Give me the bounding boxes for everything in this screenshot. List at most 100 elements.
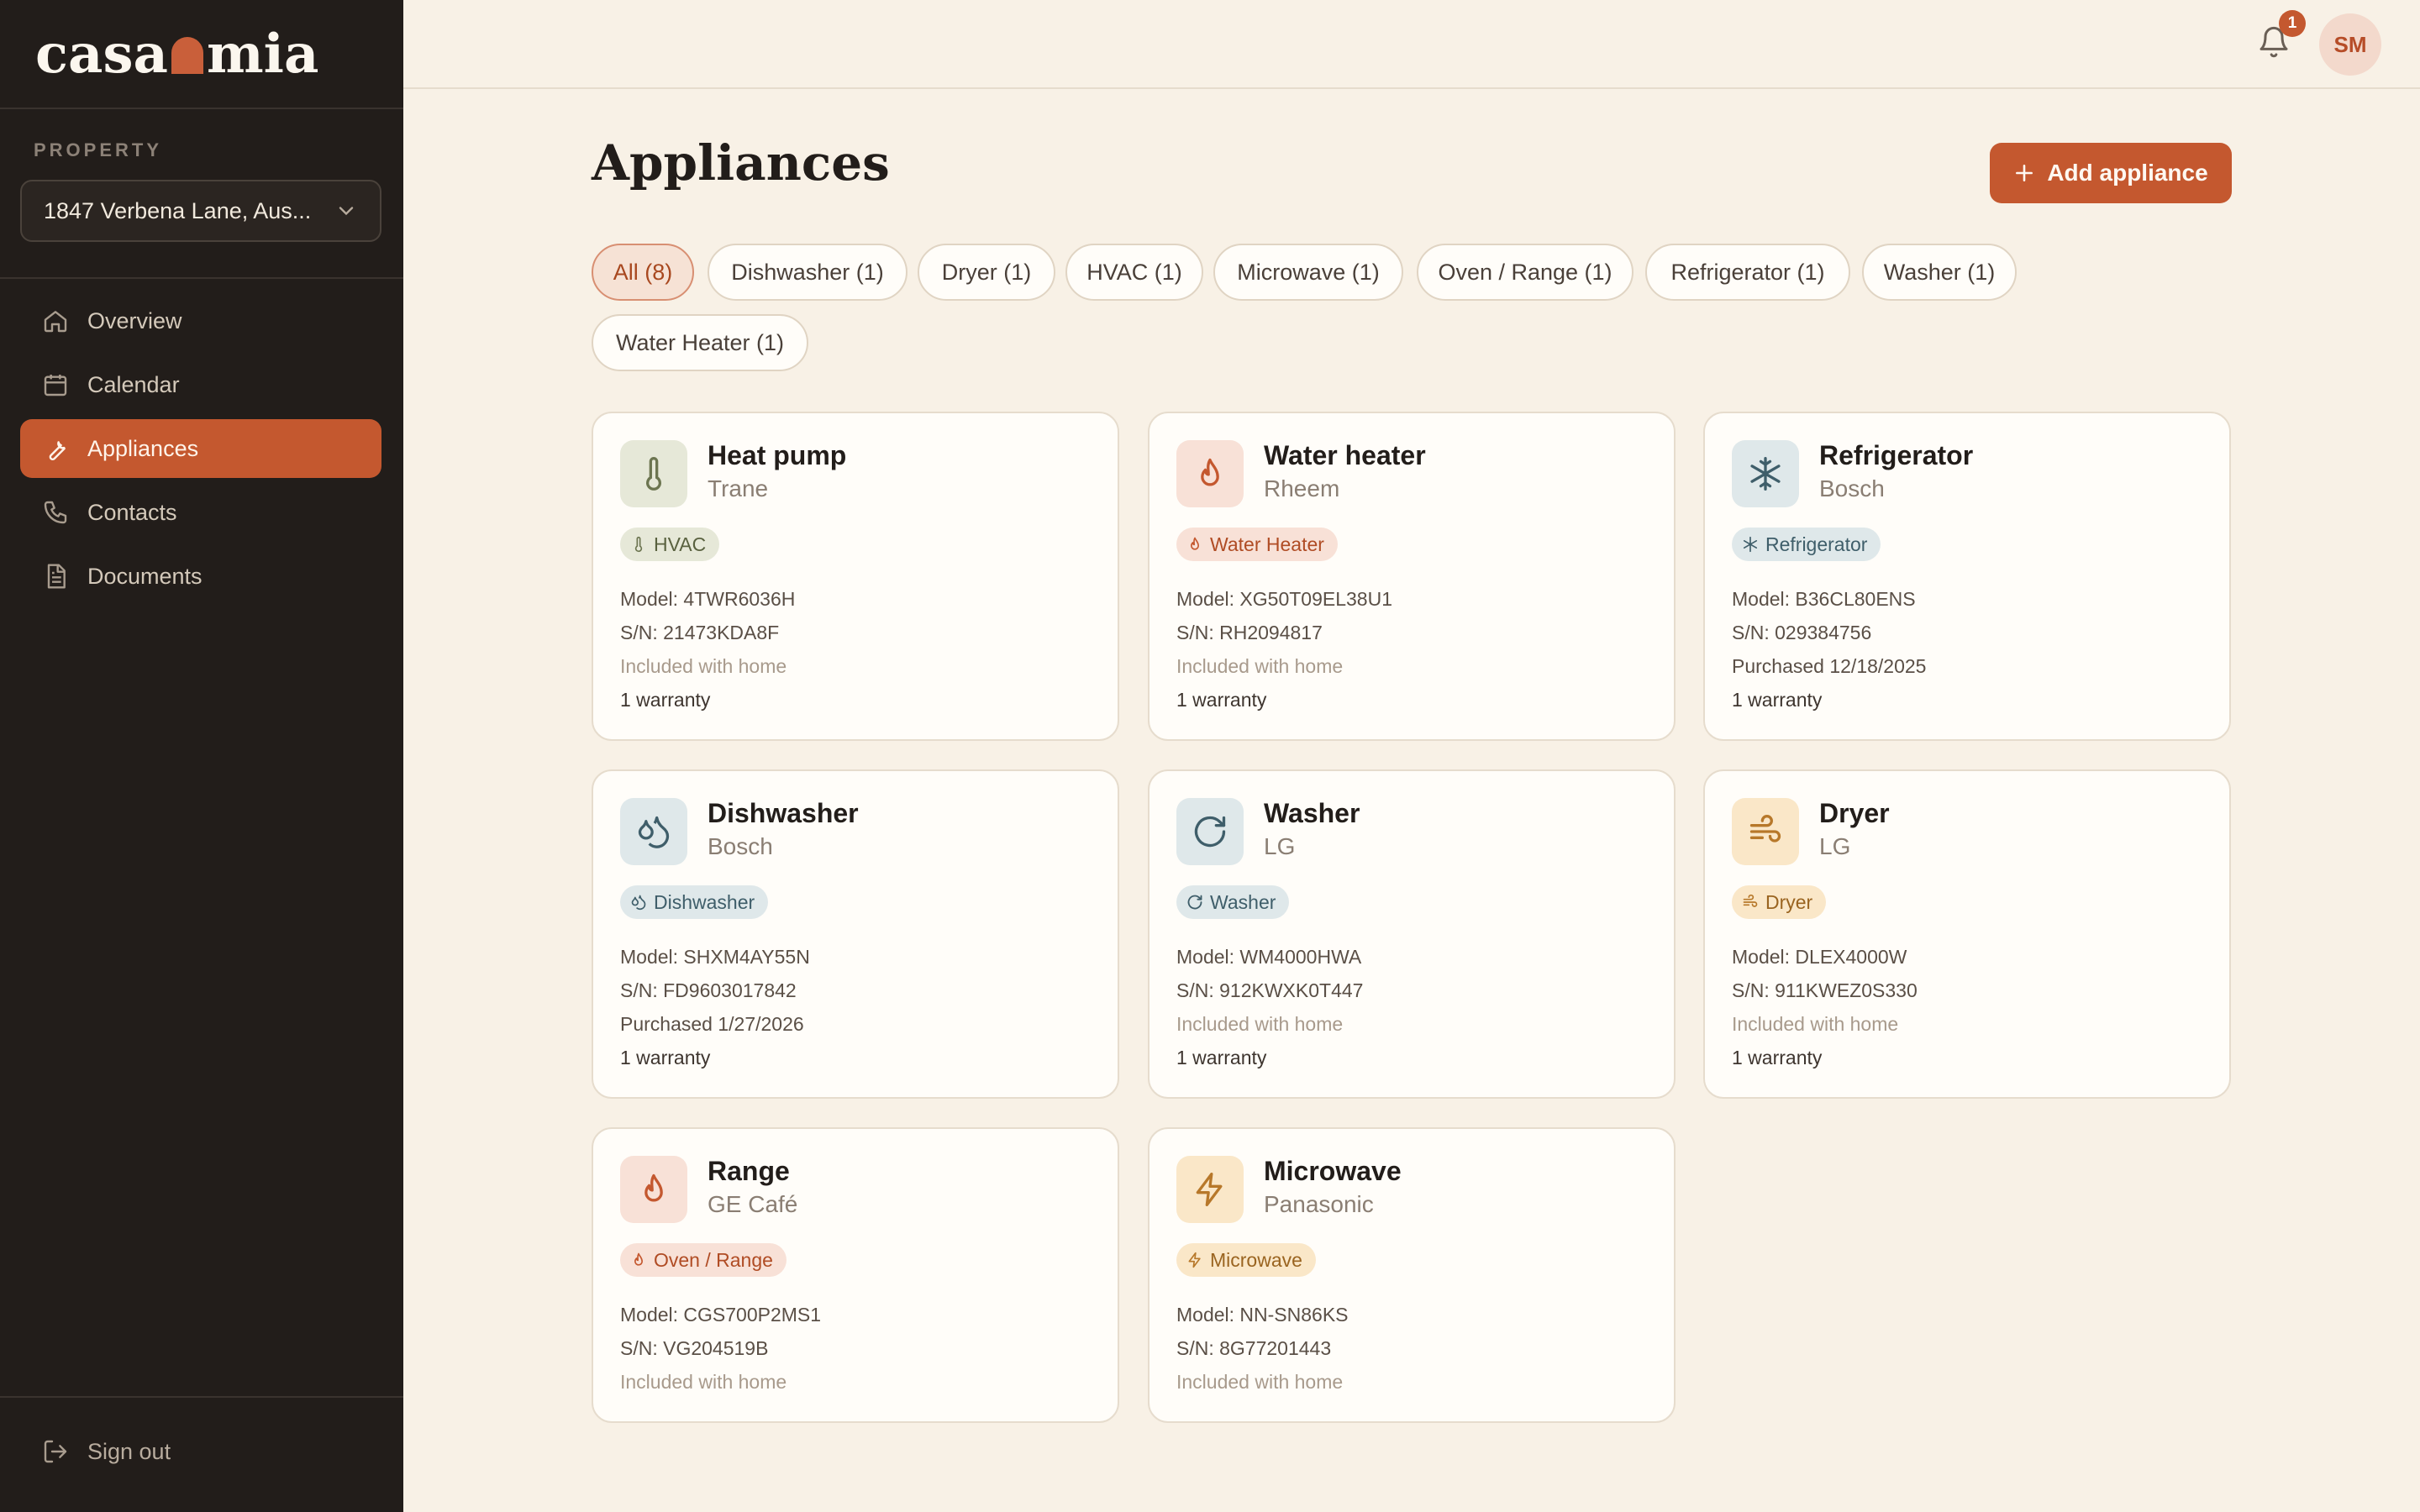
filter-chip-microwave[interactable]: Microwave (1)	[1213, 244, 1403, 301]
appliance-card[interactable]: Range GE Café Oven / Range Model: CGS700…	[592, 1127, 1119, 1423]
category-badge: Refrigerator	[1732, 528, 1881, 561]
droplets-icon	[638, 816, 670, 848]
category-badge-label: Dishwasher	[654, 890, 755, 913]
filter-chip-washer[interactable]: Washer (1)	[1862, 244, 2017, 301]
filter-chip-water-heater[interactable]: Water Heater (1)	[592, 314, 808, 371]
sidebar-item-documents[interactable]: Documents	[20, 547, 381, 606]
page-title: Appliances	[592, 134, 890, 192]
add-appliance-label: Add appliance	[2047, 160, 2208, 186]
phone-icon	[44, 501, 67, 524]
filter-chip-hvac[interactable]: HVAC (1)	[1065, 244, 1203, 301]
model-number: Model: CGS700P2MS1	[620, 1304, 822, 1326]
acquisition-status: Included with home	[1176, 1371, 1344, 1393]
appliance-icon	[1732, 440, 1799, 507]
model-number: Model: DLEX4000W	[1732, 946, 1907, 968]
warranty-count: 1 warranty	[1732, 689, 1823, 711]
property-selector[interactable]: 1847 Verbena Lane, Aus...	[20, 180, 381, 242]
appliance-brand: Trane	[708, 475, 769, 501]
appliance-card[interactable]: Water heater Rheem Water Heater Model: X…	[1148, 412, 1676, 741]
sign-out-icon	[44, 1440, 67, 1463]
category-badge-label: Microwave	[1210, 1248, 1302, 1271]
flame-icon	[1201, 458, 1219, 486]
category-badge: Oven / Range	[620, 1243, 786, 1277]
snowflake-icon	[1743, 536, 1758, 553]
appliance-icon	[620, 440, 687, 507]
category-badge: Microwave	[1176, 1243, 1316, 1277]
acquisition-status: Included with home	[1176, 655, 1344, 677]
add-appliance-button[interactable]: Add appliance	[1990, 143, 2232, 203]
user-avatar[interactable]: SM	[2319, 13, 2381, 76]
appliance-brand: LG	[1264, 833, 1296, 859]
appliance-name: Heat pump	[708, 440, 847, 470]
appliance-brand: GE Café	[708, 1191, 798, 1217]
serial-number: S/N: RH2094817	[1176, 622, 1323, 643]
appliance-name: Dishwasher	[708, 798, 859, 828]
home-icon	[44, 311, 67, 333]
appliance-name: Washer	[1264, 798, 1360, 828]
logo-text-right: mia	[206, 23, 319, 86]
thermometer-icon	[634, 536, 643, 553]
serial-number: S/N: 029384756	[1732, 622, 1872, 643]
appliance-name: Microwave	[1264, 1156, 1402, 1186]
category-badge-label: HVAC	[654, 533, 707, 555]
appliance-name: Dryer	[1819, 798, 1890, 828]
refresh-icon	[1194, 816, 1226, 848]
appliance-icon	[620, 798, 687, 865]
acquisition-status: Included with home	[620, 1371, 787, 1393]
appliance-card[interactable]: Refrigerator Bosch Refrigerator Model: B…	[1703, 412, 2231, 741]
category-badge-label: Dryer	[1765, 890, 1813, 913]
filter-chip-all[interactable]: All (8)	[592, 244, 694, 301]
model-number: Model: 4TWR6036H	[620, 588, 796, 610]
sidebar-divider	[0, 1396, 403, 1398]
warranty-count: 1 warranty	[620, 1047, 711, 1068]
sidebar-item-overview[interactable]: Overview	[20, 291, 381, 350]
calendar-icon	[44, 375, 67, 396]
sidebar-item-label: Calendar	[87, 371, 180, 397]
appliance-brand: Panasonic	[1264, 1191, 1374, 1217]
snowflake-icon	[1750, 457, 1781, 491]
appliance-card[interactable]: Dishwasher Bosch Dishwasher Model: SHXM4…	[592, 769, 1119, 1099]
model-number: Model: XG50T09EL38U1	[1176, 588, 1392, 610]
filter-chip-dryer[interactable]: Dryer (1)	[918, 244, 1055, 301]
appliance-card[interactable]: Dryer LG Dryer Model: DLEX4000W S/N: 911…	[1703, 769, 2231, 1099]
category-badge: Water Heater	[1176, 528, 1338, 561]
serial-number: S/N: FD9603017842	[620, 979, 797, 1001]
sidebar-item-contacts[interactable]: Contacts	[20, 483, 381, 542]
category-badge: Dishwasher	[620, 885, 769, 919]
filter-chip-dishwasher[interactable]: Dishwasher (1)	[708, 244, 908, 301]
serial-number: S/N: 21473KDA8F	[620, 622, 780, 643]
acquisition-status: Included with home	[1176, 1013, 1344, 1035]
category-badge: Washer	[1176, 885, 1290, 919]
appliance-icon	[1732, 798, 1799, 865]
acquisition-status: Included with home	[1732, 1013, 1899, 1035]
lightning-icon	[1188, 1252, 1201, 1268]
acquisition-status: Included with home	[620, 655, 787, 677]
sidebar-item-appliances[interactable]: Appliances	[20, 419, 381, 478]
property-value: 1847 Verbena Lane, Aus...	[44, 197, 312, 223]
warranty-count: 1 warranty	[1176, 1047, 1267, 1068]
sidebar-item-label: Overview	[87, 307, 182, 333]
wind-icon	[1749, 815, 1781, 843]
refresh-icon	[1187, 895, 1202, 910]
sidebar-divider	[0, 108, 403, 109]
warranty-count: 1 warranty	[1732, 1047, 1823, 1068]
appliance-brand: Bosch	[1819, 475, 1885, 501]
sidebar-item-label: Contacts	[87, 499, 177, 525]
appliance-card[interactable]: Washer LG Washer Model: WM4000HWA S/N: 9…	[1148, 769, 1676, 1099]
app-logo[interactable]: casa mia	[35, 25, 318, 84]
appliance-card[interactable]: Microwave Panasonic Microwave Model: NN-…	[1148, 1127, 1676, 1423]
sidebar-item-calendar[interactable]: Calendar	[20, 355, 381, 414]
category-badge: Dryer	[1732, 885, 1827, 919]
appliance-name: Refrigerator	[1819, 440, 1974, 470]
notifications-button[interactable]: 1	[2257, 10, 2306, 62]
model-number: Model: SHXM4AY55N	[620, 946, 810, 968]
warranty-count: 1 warranty	[620, 689, 711, 711]
sign-out-button[interactable]: Sign out	[42, 1438, 171, 1465]
filter-chip-oven-range[interactable]: Oven / Range (1)	[1417, 244, 1634, 301]
flame-icon	[634, 1252, 643, 1266]
sidebar-divider	[0, 277, 403, 279]
filter-chip-refrigerator[interactable]: Refrigerator (1)	[1645, 244, 1850, 301]
category-badge-label: Oven / Range	[654, 1248, 773, 1271]
appliance-card[interactable]: Heat pump Trane HVAC Model: 4TWR6036H S/…	[592, 412, 1119, 741]
serial-number: S/N: 911KWEZ0S330	[1732, 979, 1918, 1001]
